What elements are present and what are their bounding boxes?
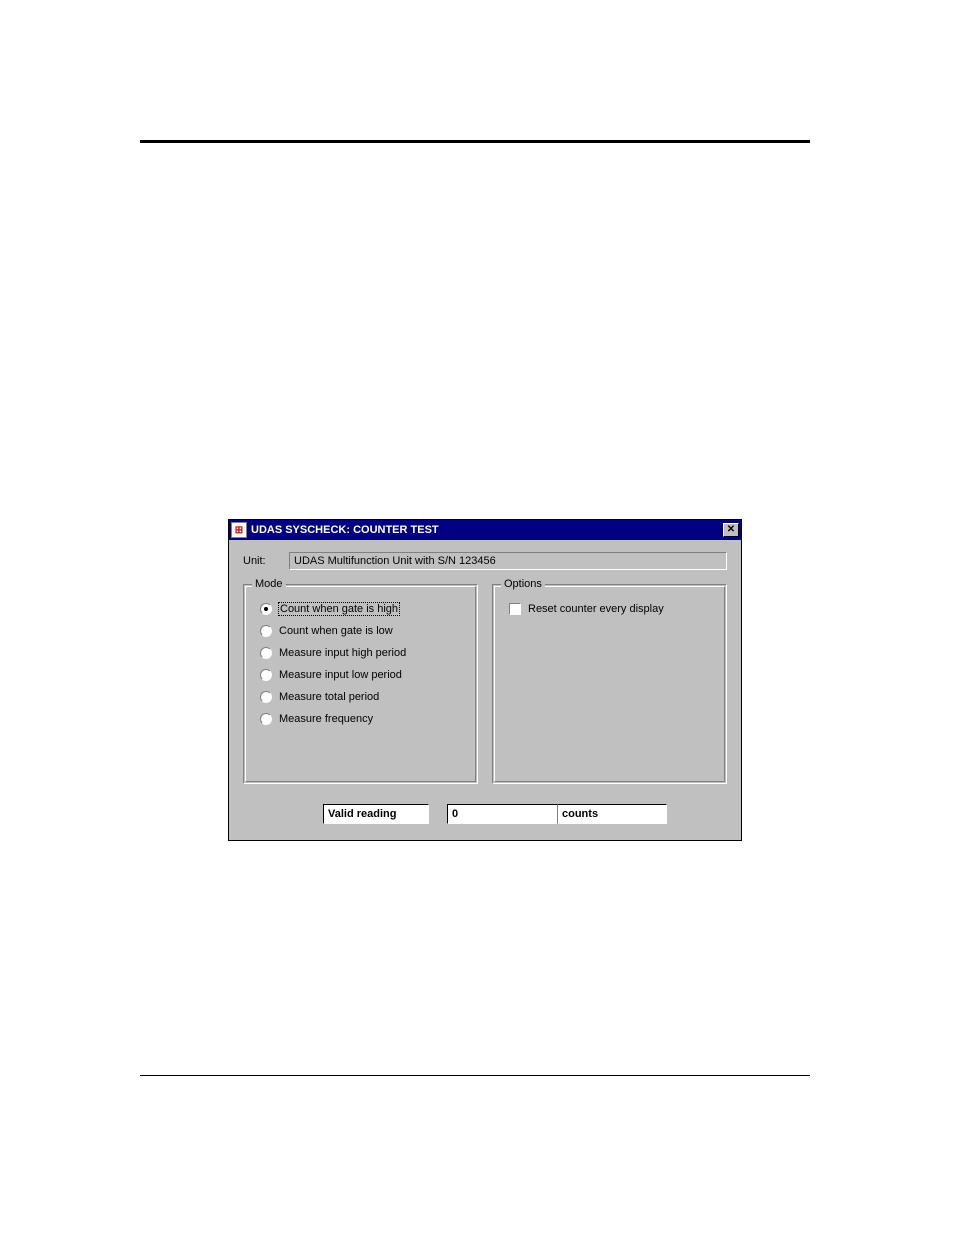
status-value: 0 (447, 804, 557, 824)
mode-radio-meas-total[interactable]: Measure total period (260, 691, 465, 703)
mode-legend: Mode (252, 578, 286, 590)
radio-label: Measure frequency (279, 713, 373, 725)
mode-groupbox: Mode Count when gate is high Count when … (243, 584, 478, 784)
titlebar: ⊞ UDAS SYSCHECK: COUNTER TEST ✕ (229, 520, 741, 540)
mode-radio-meas-freq[interactable]: Measure frequency (260, 713, 465, 725)
unit-row: Unit: UDAS Multifunction Unit with S/N 1… (243, 552, 727, 570)
reset-counter-checkbox[interactable]: Reset counter every display (509, 603, 714, 615)
radio-icon (260, 647, 272, 659)
radio-icon (260, 713, 272, 725)
radio-icon (260, 691, 272, 703)
radio-icon (260, 625, 272, 637)
radio-label: Measure input high period (279, 647, 406, 659)
radio-label: Measure input low period (279, 669, 402, 681)
radio-label: Measure total period (279, 691, 379, 703)
mode-radio-meas-low[interactable]: Measure input low period (260, 669, 465, 681)
unit-field[interactable]: UDAS Multifunction Unit with S/N 123456 (289, 552, 727, 570)
app-icon: ⊞ (231, 522, 247, 538)
radio-icon (260, 603, 272, 615)
close-icon: ✕ (727, 524, 735, 535)
close-button[interactable]: ✕ (723, 523, 739, 537)
status-units: counts (557, 804, 667, 824)
status-row: Valid reading 0 counts (243, 804, 727, 824)
mode-radio-count-high[interactable]: Count when gate is high (260, 603, 465, 615)
options-groupbox: Options Reset counter every display (492, 584, 727, 784)
mode-radio-meas-high[interactable]: Measure input high period (260, 647, 465, 659)
checkbox-icon (509, 603, 521, 615)
page-bottom-rule (140, 1075, 810, 1076)
counter-test-dialog: ⊞ UDAS SYSCHECK: COUNTER TEST ✕ Unit: UD… (228, 519, 742, 841)
radio-icon (260, 669, 272, 681)
checkbox-label: Reset counter every display (528, 603, 664, 615)
page-top-rule (140, 140, 810, 143)
radio-label: Count when gate is low (279, 625, 393, 637)
dialog-body: Unit: UDAS Multifunction Unit with S/N 1… (229, 540, 741, 840)
radio-label: Count when gate is high (279, 603, 399, 615)
status-message: Valid reading (323, 804, 429, 824)
unit-label: Unit: (243, 555, 279, 567)
options-legend: Options (501, 578, 545, 590)
mode-radio-count-low[interactable]: Count when gate is low (260, 625, 465, 637)
titlebar-text: UDAS SYSCHECK: COUNTER TEST (251, 524, 723, 536)
status-value-group: 0 counts (447, 804, 667, 824)
groups-row: Mode Count when gate is high Count when … (243, 584, 727, 784)
